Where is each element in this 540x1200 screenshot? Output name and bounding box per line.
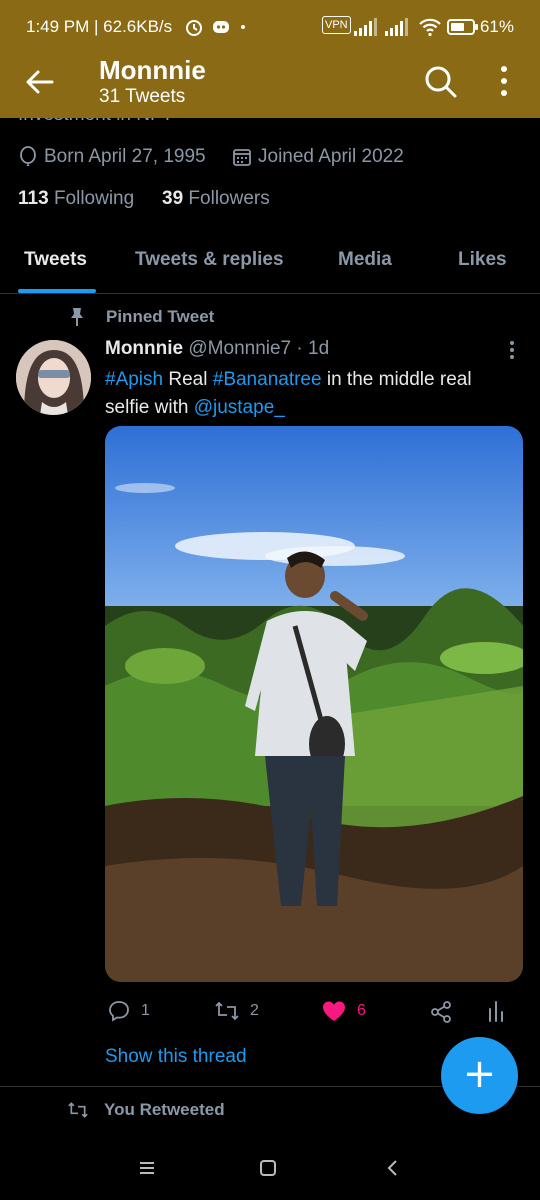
tweet-author-name[interactable]: Monnnie [105, 338, 183, 359]
joined-date: Joined April 2022 [232, 146, 404, 168]
retweet-icon [215, 1001, 239, 1021]
reply-count: 1 [141, 1002, 150, 1019]
vpn-icon: VPN [322, 16, 351, 34]
following-label: Following [53, 188, 135, 209]
tweet-more-icon[interactable] [505, 339, 519, 361]
tab-media[interactable]: Media [338, 249, 392, 271]
retweet-small-icon [68, 1102, 88, 1118]
avatar[interactable] [16, 340, 91, 415]
heart-filled-icon [323, 1001, 345, 1021]
tab-tweets-replies[interactable]: Tweets & replies [135, 249, 284, 271]
back-arrow-icon[interactable] [20, 62, 60, 102]
bio-truncated: Investment in NFT [18, 118, 318, 126]
share-icon[interactable] [429, 1000, 453, 1024]
bio-text: Investment in NFT [18, 118, 318, 126]
tab-likes[interactable]: Likes [458, 249, 507, 271]
plus-icon: + [462, 1051, 497, 1097]
tweet-author-handle[interactable]: @Monnnie7 [188, 338, 291, 359]
followers-label: Followers [188, 188, 270, 209]
retweeted-text: You Retweeted [104, 1100, 225, 1119]
app-header: 1:49 PM | 62.6KB/s VPN 61% Monnnie 31 Tw… [0, 0, 540, 118]
tweet-separator: · [291, 338, 309, 359]
system-nav-bar [0, 1134, 540, 1200]
back-icon[interactable] [380, 1155, 406, 1181]
discord-icon [213, 21, 229, 33]
alarm-icon [186, 20, 202, 36]
photo-image [105, 426, 523, 982]
analytics-icon[interactable] [486, 999, 506, 1023]
signal-icon-2 [385, 18, 408, 36]
tweet-text: #Apish Real #Bananatree in the middle re… [105, 366, 515, 422]
retweeted-label: You Retweeted [66, 1100, 225, 1120]
status-time: 1:49 PM | 62.6KB/s [26, 17, 173, 36]
reply-button[interactable]: 1 [107, 999, 150, 1023]
hashtag-apish[interactable]: #Apish [105, 369, 163, 390]
tabs-divider [0, 293, 540, 294]
born-text: Born April 27, 1995 [44, 146, 206, 167]
wifi-icon [419, 18, 441, 37]
profile-name-title: Monnnie [99, 55, 206, 85]
home-icon[interactable] [255, 1155, 281, 1181]
pinned-tweet-label: Pinned Tweet [68, 307, 214, 327]
retweet-button[interactable]: 2 [214, 999, 259, 1023]
joined-text: Joined April 2022 [258, 146, 404, 167]
tweet-text-part: Real [163, 369, 213, 390]
tweet-count: 31 Tweets [99, 86, 186, 107]
signal-icon [354, 18, 377, 36]
pin-icon [71, 308, 83, 326]
battery-percent: 61% [479, 17, 514, 36]
search-icon[interactable] [421, 62, 459, 100]
compose-tweet-button[interactable]: + [441, 1037, 518, 1114]
balloon-icon [20, 146, 36, 166]
status-bar: 1:49 PM | 62.6KB/s VPN 61% [0, 0, 540, 52]
mention-justape[interactable]: @justape_ [194, 397, 285, 418]
retweet-count: 2 [250, 1002, 259, 1019]
followers-count: 39 [162, 188, 184, 209]
reply-icon [109, 1001, 129, 1022]
like-count: 6 [357, 1002, 366, 1019]
more-options-icon[interactable] [490, 62, 518, 100]
hashtag-bananatree[interactable]: #Bananatree [213, 369, 322, 390]
tweet-header: Monnnie @Monnnie7 · 1d [105, 338, 329, 360]
tab-tweets[interactable]: Tweets [24, 249, 87, 271]
tweet-age: 1d [308, 338, 330, 359]
pinned-text: Pinned Tweet [106, 307, 215, 326]
calendar-icon [233, 149, 251, 166]
tweet-photo[interactable] [105, 426, 523, 982]
avatar-image [16, 340, 91, 415]
dot-icon [241, 25, 245, 29]
show-thread-link[interactable]: Show this thread [105, 1046, 247, 1068]
battery-icon [447, 19, 478, 35]
like-button[interactable]: 6 [321, 999, 366, 1023]
following-link[interactable]: 113 Following [18, 188, 134, 210]
followers-link[interactable]: 39 Followers [162, 188, 270, 210]
following-count: 113 [18, 188, 49, 209]
born-date: Born April 27, 1995 [18, 146, 206, 168]
menu-icon[interactable] [134, 1155, 160, 1181]
